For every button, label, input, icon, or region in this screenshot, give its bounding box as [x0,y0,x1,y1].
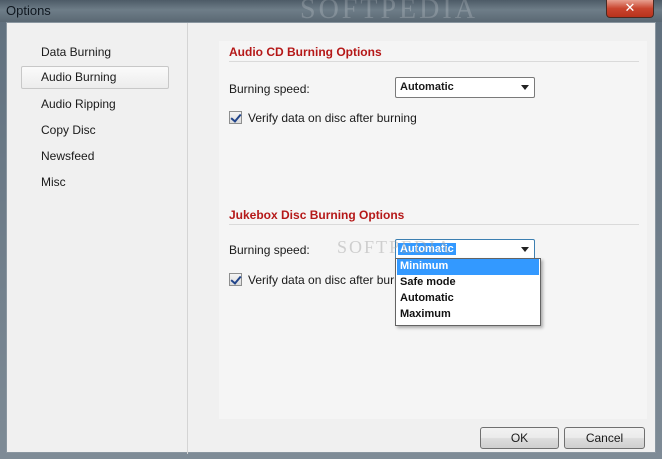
audio-cd-speed-select[interactable]: Automatic [395,77,535,98]
dropdown-option-maximum[interactable]: Maximum [397,307,539,323]
sidebar-item-copy-disc[interactable]: Copy Disc [21,119,169,142]
sidebar-item-misc[interactable]: Misc [21,171,169,194]
sidebar-item-audio-burning[interactable]: Audio Burning [21,66,169,89]
ok-button[interactable]: OK [480,427,559,449]
jukebox-section-title: Jukebox Disc Burning Options [229,208,405,222]
checkbox-checked-icon [229,273,242,286]
jukebox-verify-label: Verify data on disc after burning [248,273,417,287]
close-icon: ✕ [624,0,636,15]
title-bar[interactable]: Options SOFTPEDIA ✕ [0,0,662,25]
cancel-button[interactable]: Cancel [564,427,645,449]
jukebox-speed-select[interactable]: Automatic [395,239,535,260]
settings-panel: Audio CD Burning Options Burning speed: … [219,41,647,419]
jukebox-speed-label: Burning speed: [229,243,310,257]
sidebar: Data Burning Audio Burning Audio Ripping… [7,23,188,454]
section-divider [229,61,639,62]
checkbox-checked-icon [229,111,242,124]
audio-cd-speed-value: Automatic [400,81,454,93]
jukebox-speed-value: Automatic [398,243,456,255]
sidebar-item-data-burning[interactable]: Data Burning [21,41,169,64]
audio-cd-speed-label: Burning speed: [229,82,310,96]
dropdown-option-safe-mode[interactable]: Safe mode [397,275,539,291]
jukebox-speed-dropdown-list: Minimum Safe mode Automatic Maximum [395,258,541,326]
chevron-down-icon [521,85,529,90]
dialog-client: Data Burning Audio Burning Audio Ripping… [6,22,656,454]
close-button[interactable]: ✕ [606,0,654,18]
dropdown-option-automatic[interactable]: Automatic [397,291,539,307]
sidebar-item-newsfeed[interactable]: Newsfeed [21,145,169,168]
audio-cd-section-title: Audio CD Burning Options [229,45,382,59]
window-title: Options [6,3,51,18]
sidebar-item-audio-ripping[interactable]: Audio Ripping [21,93,169,116]
section-divider [229,224,639,225]
options-window: Options SOFTPEDIA ✕ Data Burning Audio B… [0,0,662,459]
dropdown-option-minimum[interactable]: Minimum [397,259,539,275]
chevron-down-icon [521,247,529,252]
audio-cd-verify-label: Verify data on disc after burning [248,111,417,125]
